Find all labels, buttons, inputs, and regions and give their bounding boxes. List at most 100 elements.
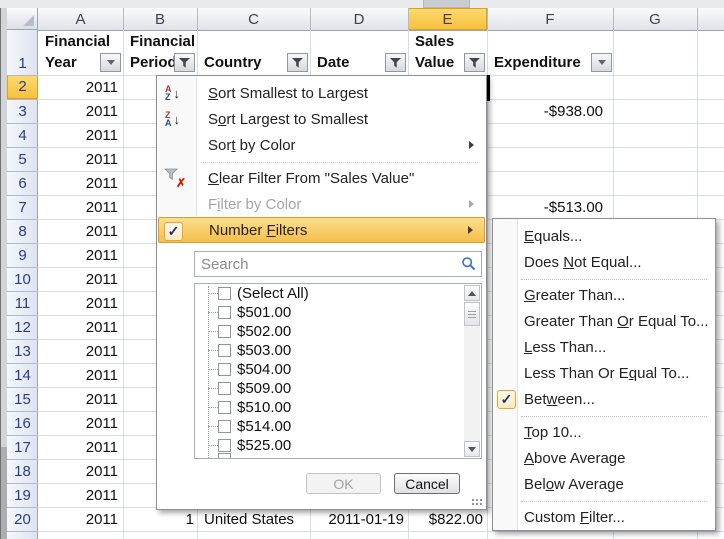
- header-cell-F[interactable]: Expenditure: [494, 30, 606, 75]
- cell-F7[interactable]: -$513.00: [487, 195, 613, 219]
- cell-A5[interactable]: 2011: [38, 147, 123, 171]
- menu-resize-grip[interactable]: [471, 497, 483, 506]
- value-checkbox[interactable]: [218, 401, 231, 414]
- scrollbar-thumb[interactable]: [464, 302, 480, 326]
- cell-A8[interactable]: 2011: [38, 219, 123, 243]
- row-header-6[interactable]: 6: [7, 171, 38, 195]
- submenu-item-custom-filter[interactable]: Custom Filter...: [494, 504, 714, 530]
- cell-C20[interactable]: United States: [197, 507, 310, 531]
- value-checkbox[interactable]: [218, 420, 231, 433]
- value-checkbox[interactable]: [218, 344, 231, 357]
- column-header-D[interactable]: D: [310, 8, 408, 30]
- submenu-item-between[interactable]: Between...✓: [494, 386, 714, 412]
- row-header-16[interactable]: 16: [7, 411, 38, 435]
- filter-button-A[interactable]: [100, 53, 121, 72]
- cell-A14[interactable]: 2011: [38, 363, 123, 387]
- submenu-item-above-average[interactable]: Above Average: [494, 445, 714, 471]
- submenu-item-greater-than-or-equal-to[interactable]: Greater Than Or Equal To...: [494, 308, 714, 334]
- cell-A2[interactable]: 2011: [38, 75, 123, 99]
- filter-button-D[interactable]: [385, 53, 406, 72]
- cell-A6[interactable]: 2011: [38, 171, 123, 195]
- submenu-item-less-than[interactable]: Less Than...: [494, 334, 714, 360]
- menu-item-number-filters[interactable]: Number Filters✓: [158, 217, 485, 243]
- column-header-C[interactable]: C: [197, 8, 310, 30]
- column-header-B[interactable]: B: [123, 8, 197, 30]
- row-header-18[interactable]: 18: [7, 459, 38, 483]
- menu-item-filter-by-color[interactable]: Filter by Color: [158, 191, 485, 217]
- tree-stub: [208, 407, 218, 408]
- submenu-item-less-than-or-equal-to[interactable]: Less Than Or Equal To...: [494, 360, 714, 386]
- menu-item-label: ilters: [276, 222, 308, 239]
- filter-button-F[interactable]: [591, 53, 612, 72]
- value-checkbox[interactable]: [218, 363, 231, 376]
- value-checkbox[interactable]: [218, 306, 231, 319]
- cell-A12[interactable]: 2011: [38, 315, 123, 339]
- menu-item-label: ess Than...: [532, 339, 606, 356]
- row-header-3[interactable]: 3: [7, 99, 38, 123]
- row-header-10[interactable]: 10: [7, 267, 38, 291]
- row-header-11[interactable]: 11: [7, 291, 38, 315]
- cell-A19[interactable]: 2011: [38, 483, 123, 507]
- menu-item-sort-largest-to-smallest[interactable]: Sort Largest to SmallestZA↓: [158, 106, 485, 132]
- cell-D20[interactable]: 2011-01-19: [310, 507, 408, 531]
- scroll-up-button[interactable]: [464, 285, 480, 301]
- value-checkbox[interactable]: [218, 382, 231, 395]
- ok-button[interactable]: OK: [306, 473, 381, 494]
- select-all-corner[interactable]: [7, 8, 38, 30]
- row-header-19[interactable]: 19: [7, 483, 38, 507]
- row-header-14[interactable]: 14: [7, 363, 38, 387]
- filter-button-C[interactable]: [287, 53, 308, 72]
- cell-B20[interactable]: 1: [123, 507, 197, 531]
- row-header-8[interactable]: 8: [7, 219, 38, 243]
- cell-A18[interactable]: 2011: [38, 459, 123, 483]
- value-checkbox[interactable]: [218, 453, 231, 459]
- value-checkbox[interactable]: [218, 439, 231, 452]
- cell-A10[interactable]: 2011: [38, 267, 123, 291]
- row-header-9[interactable]: 9: [7, 243, 38, 267]
- value-checkbox[interactable]: [218, 287, 231, 300]
- row-header-5[interactable]: 5: [7, 147, 38, 171]
- search-input[interactable]: [195, 252, 481, 276]
- column-header-G[interactable]: G: [613, 8, 697, 30]
- filter-button-B[interactable]: [174, 53, 195, 72]
- row-divider: [7, 195, 38, 196]
- row-header-15[interactable]: 15: [7, 387, 38, 411]
- row-header-13[interactable]: 13: [7, 339, 38, 363]
- cell-A11[interactable]: 2011: [38, 291, 123, 315]
- cell-A9[interactable]: 2011: [38, 243, 123, 267]
- cell-A7[interactable]: 2011: [38, 195, 123, 219]
- column-header-E[interactable]: E: [408, 8, 487, 30]
- scroll-down-button[interactable]: [464, 441, 480, 457]
- cell-A15[interactable]: 2011: [38, 387, 123, 411]
- search-icon[interactable]: [461, 256, 477, 272]
- row-header-7[interactable]: 7: [7, 195, 38, 219]
- row-header-2[interactable]: 2: [7, 75, 38, 99]
- list-scrollbar[interactable]: [464, 285, 480, 457]
- cell-A20[interactable]: 2011: [38, 507, 123, 531]
- menu-item-sort-by-color[interactable]: Sort by Color: [158, 132, 485, 158]
- submenu-item-equals[interactable]: Equals...: [494, 223, 714, 249]
- row-header-17[interactable]: 17: [7, 435, 38, 459]
- menu-item-clear-filter-from-sales-value[interactable]: Clear Filter From "Sales Value"✗: [158, 165, 485, 191]
- filter-button-E[interactable]: [464, 53, 485, 72]
- column-header-F[interactable]: F: [487, 8, 613, 30]
- cell-A17[interactable]: 2011: [38, 435, 123, 459]
- submenu-item-does-not-equal[interactable]: Does Not Equal...: [494, 249, 714, 275]
- cell-A13[interactable]: 2011: [38, 339, 123, 363]
- cancel-button[interactable]: Cancel: [394, 473, 460, 494]
- column-header-A[interactable]: A: [38, 8, 123, 30]
- cell-A16[interactable]: 2011: [38, 411, 123, 435]
- submenu-item-below-average[interactable]: Below Average: [494, 471, 714, 497]
- cell-E20[interactable]: $822.00: [408, 507, 487, 531]
- cell-F3[interactable]: -$938.00: [487, 99, 613, 123]
- row-header-4[interactable]: 4: [7, 123, 38, 147]
- row-header-1[interactable]: 1: [7, 30, 38, 75]
- row-header-12[interactable]: 12: [7, 315, 38, 339]
- value-checkbox[interactable]: [218, 325, 231, 338]
- submenu-item-greater-than[interactable]: Greater Than...: [494, 282, 714, 308]
- menu-item-sort-smallest-to-largest[interactable]: Sort Smallest to LargestAZ↓: [158, 80, 485, 106]
- cell-A3[interactable]: 2011: [38, 99, 123, 123]
- submenu-item-top-10[interactable]: Top 10...: [494, 419, 714, 445]
- cell-A4[interactable]: 2011: [38, 123, 123, 147]
- row-header-20[interactable]: 20: [7, 507, 38, 531]
